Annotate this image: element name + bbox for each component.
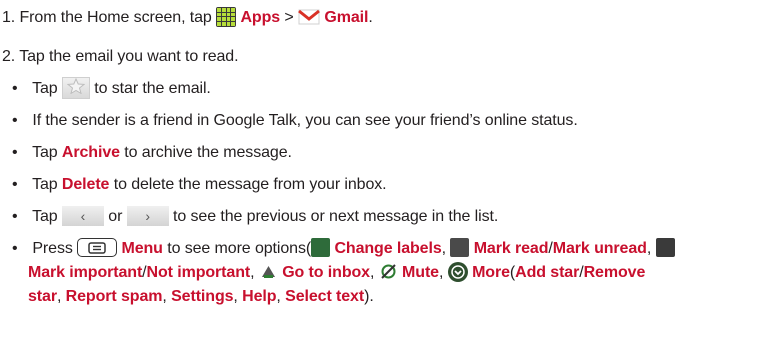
comma: , [438,264,444,281]
bullet-delete-post: to delete the message from your inbox. [113,176,387,193]
add-star-term: Add star [515,264,580,281]
apps-grid-icon [216,6,237,27]
go-to-inbox-term: Go to inbox [282,264,370,281]
bullet-nav-post: to see the previous or next message in t… [173,208,499,225]
bullet-dot: • [12,80,18,98]
bullet-friend-text: If the sender is a friend in Google Talk… [32,112,578,129]
bullet-dot: • [12,240,18,257]
select-text-term: Select text [285,288,365,305]
close-paren: ). [364,288,374,305]
gmail-icon [298,9,320,25]
mark-read-term: Mark read [473,240,549,257]
comma: , [441,240,446,257]
bullet-archive-post: to archive the message. [124,144,292,161]
bullet-dot: • [12,144,18,161]
report-spam-term: Report spam [65,288,163,305]
mute-icon [378,262,398,282]
bullet-archive: • Tap Archive to archive the message. [12,142,292,164]
gmail-label: Gmail [324,9,369,26]
menu-term: Menu [121,240,163,257]
bullet-nav: • Tap ‹ or › to see the previous or next… [12,205,499,228]
go-to-inbox-icon [258,262,278,282]
prev-arrow-icon: ‹ [61,205,104,226]
mark-important-term: Mark important [28,264,143,281]
apps-label: Apps [240,9,281,26]
instruction-page: 1. From the Home screen, tap Apps > Gmai… [0,0,773,343]
step-1-prefix: 1. From the Home screen, tap [2,9,212,26]
bullet-menu-cont-1: Mark important/Not important, Go to inbo… [28,261,646,284]
delete-term: Delete [61,176,110,193]
bullet-friend: • If the sender is a friend in Google Ta… [12,110,578,132]
comma: , [646,240,652,257]
bullet-delete-pre: Tap [32,176,58,193]
bullet-menu-pre: Press [32,240,73,257]
star-term: star [28,288,57,305]
comma: , [162,288,167,305]
bullet-nav-or: or [108,208,123,225]
comma: , [233,288,238,305]
menu-key-icon [77,238,118,258]
more-icon [447,261,468,282]
bullet-menu: • Press Menu to see more options( Change… [12,238,675,260]
chevron-separator: > [284,9,294,26]
mark-important-icon [655,238,675,258]
change-labels-term: Change labels [334,240,442,257]
step-1: 1. From the Home screen, tap Apps > Gmai… [2,6,373,29]
bullet-star-post: to star the email. [94,80,211,98]
more-term: More [472,264,510,281]
comma: , [276,288,281,305]
bullet-menu-mid: to see more options( [167,240,312,257]
bullet-delete: • Tap Delete to delete the message from … [12,174,387,196]
archive-term: Archive [61,144,120,161]
change-labels-icon [311,238,331,258]
bullet-nav-pre: Tap [32,208,58,225]
settings-term: Settings [171,288,234,305]
bullet-dot: • [12,112,18,129]
comma: , [56,288,62,305]
star-icon [61,77,90,99]
bullet-archive-pre: Tap [32,144,58,161]
not-important-term: Not important [146,264,251,281]
mark-unread-term: Mark unread [552,240,647,257]
remove-term: Remove [583,264,646,281]
step-2: 2. Tap the email you want to read. [2,48,239,65]
mute-term: Mute [402,264,439,281]
step-1-period: . [368,9,373,26]
bullet-star-pre: Tap [32,80,58,98]
comma: , [250,264,255,281]
bullet-star: • Tap to star the email. [12,77,211,100]
help-term: Help [242,288,277,305]
next-arrow-icon: › [126,205,169,226]
bullet-menu-cont-2: star, Report spam, Settings, Help, Selec… [28,286,374,308]
bullet-dot: • [12,176,18,193]
comma: , [369,264,375,281]
mark-read-icon [450,238,470,258]
bullet-dot: • [12,208,18,225]
